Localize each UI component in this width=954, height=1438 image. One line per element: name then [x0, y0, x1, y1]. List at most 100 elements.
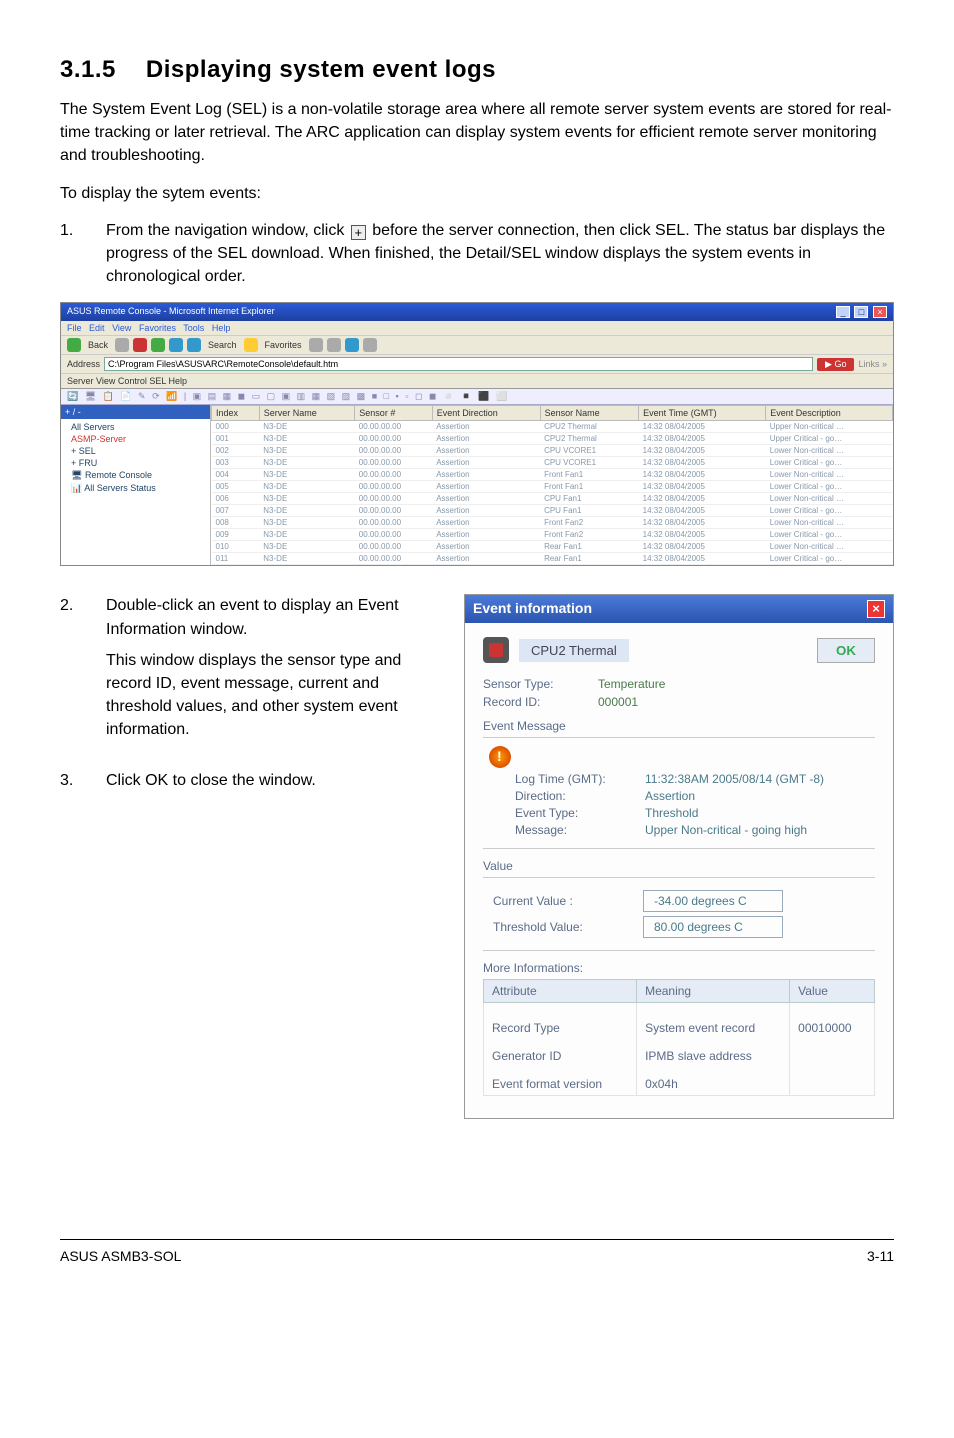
table-row[interactable]: 004N3-DE00.00.00.00AssertionFront Fan114…: [212, 469, 893, 481]
print-icon[interactable]: [345, 338, 359, 352]
address-bar: Address ▶ Go Links »: [61, 355, 893, 374]
col-index[interactable]: Index: [212, 406, 260, 421]
table-row[interactable]: 008N3-DE00.00.00.00AssertionFront Fan214…: [212, 517, 893, 529]
menu-bar: File Edit View Favorites Tools Help: [61, 321, 893, 336]
table-row[interactable]: 006N3-DE00.00.00.00AssertionCPU Fan114:3…: [212, 493, 893, 505]
table-row[interactable]: 007N3-DE00.00.00.00AssertionCPU Fan114:3…: [212, 505, 893, 517]
col-server[interactable]: Server Name: [259, 406, 355, 421]
direction-value: Assertion: [645, 789, 695, 803]
tree-sel[interactable]: SEL: [79, 446, 96, 456]
col-meaning: Meaning: [637, 980, 790, 1003]
warning-icon: [489, 746, 511, 768]
record-id-value: 000001: [598, 695, 638, 709]
sensor-name-header: CPU2 Thermal: [519, 639, 629, 662]
links-label: Links »: [858, 359, 887, 369]
table-row[interactable]: 003N3-DE00.00.00.00AssertionCPU VCORE114…: [212, 457, 893, 469]
col-value: Value: [790, 980, 875, 1003]
value-block: Current Value : -34.00 degrees C Thresho…: [483, 877, 875, 951]
table-row[interactable]: 010N3-DE00.00.00.00AssertionRear Fan114:…: [212, 541, 893, 553]
table-row[interactable]: 011N3-DE00.00.00.00AssertionRear Fan114:…: [212, 553, 893, 565]
section-title: Displaying system event logs: [146, 56, 496, 83]
dialog-titlebar: Event information ×: [465, 595, 893, 623]
current-value: -34.00 degrees C: [643, 890, 783, 912]
menu-edit[interactable]: Edit: [89, 323, 105, 333]
table-row: Record Type Generator ID Event format ve…: [484, 1003, 875, 1096]
message-value: Upper Non-critical - going high: [645, 823, 807, 837]
ok-button[interactable]: OK: [817, 638, 875, 663]
edit-icon[interactable]: [363, 338, 377, 352]
app-toolbar[interactable]: 🔄 🖥 📋 📄 ✎ ⟳ 📶 | ▣ ▤ ▦ ◼ ▭ ▢ ▣ ▥ ▦ ▧ ▨ ▩ …: [61, 389, 893, 405]
menu-file[interactable]: File: [67, 323, 82, 333]
event-message-block: Log Time (GMT):11:32:38AM 2005/08/14 (GM…: [483, 737, 875, 849]
section-heading: 3.1.5 Displaying system event logs: [60, 56, 894, 84]
app-menubar[interactable]: Server View Control SEL Help: [61, 374, 893, 389]
stop-icon[interactable]: [133, 338, 147, 352]
address-input[interactable]: [104, 357, 813, 371]
col-time[interactable]: Event Time (GMT): [639, 406, 766, 421]
col-sensor-name[interactable]: Sensor Name: [540, 406, 639, 421]
menu-tools[interactable]: Tools: [183, 323, 204, 333]
window-titlebar: ASUS Remote Console - Microsoft Internet…: [61, 303, 893, 321]
menu-help[interactable]: Help: [212, 323, 231, 333]
refresh-icon[interactable]: [151, 338, 165, 352]
mail-icon[interactable]: [327, 338, 341, 352]
tree-all-servers[interactable]: All Servers: [71, 421, 206, 433]
lead-paragraph: To display the sytem events:: [60, 182, 894, 205]
col-direction[interactable]: Event Direction: [432, 406, 540, 421]
close-icon[interactable]: ×: [873, 306, 887, 318]
table-row[interactable]: 000N3-DE00.00.00.00AssertionCPU2 Thermal…: [212, 421, 893, 433]
go-button[interactable]: ▶ Go: [817, 358, 854, 371]
log-time-value: 11:32:38AM 2005/08/14 (GMT -8): [645, 772, 824, 786]
more-info-table: Attribute Meaning Value Record Type Gene…: [483, 979, 875, 1096]
menu-favorites[interactable]: Favorites: [139, 323, 176, 333]
col-description[interactable]: Event Description: [766, 406, 893, 421]
plus-icon: +: [351, 225, 366, 240]
col-sensor-num[interactable]: Sensor #: [355, 406, 432, 421]
tree-remote-console[interactable]: 🖥 Remote Console: [71, 469, 206, 482]
favorites-icon[interactable]: [244, 338, 258, 352]
value-heading: Value: [483, 859, 875, 873]
sensor-type-label: Sensor Type:: [483, 677, 598, 691]
col-attribute: Attribute: [484, 980, 637, 1003]
table-row[interactable]: 002N3-DE00.00.00.00AssertionCPU VCORE114…: [212, 445, 893, 457]
browser-toolbar: Back Search Favorites: [61, 336, 893, 355]
dialog-title: Event information: [473, 600, 592, 618]
step-3: 3. Click OK to close the window.: [60, 769, 434, 792]
favorites-button[interactable]: Favorites: [262, 339, 305, 351]
event-message-heading: Event Message: [483, 719, 875, 733]
home-icon[interactable]: [169, 338, 183, 352]
search-icon[interactable]: [187, 338, 201, 352]
sel-table: Index Server Name Sensor # Event Directi…: [211, 405, 893, 565]
tree-status[interactable]: 📊 All Servers Status: [71, 482, 206, 495]
forward-icon[interactable]: [115, 338, 129, 352]
sensor-type-value: Temperature: [598, 677, 665, 691]
back-icon[interactable]: [67, 338, 81, 352]
table-row[interactable]: 005N3-DE00.00.00.00AssertionFront Fan114…: [212, 481, 893, 493]
intro-paragraph: The System Event Log (SEL) is a non-vola…: [60, 98, 894, 168]
window-title: ASUS Remote Console - Microsoft Internet…: [67, 306, 275, 318]
record-id-label: Record ID:: [483, 695, 598, 709]
threshold-value: 80.00 degrees C: [643, 916, 783, 938]
footer-right: 3-11: [867, 1248, 894, 1264]
more-info-heading: More Informations:: [483, 961, 875, 975]
address-label: Address: [67, 359, 100, 369]
maximize-icon[interactable]: □: [854, 306, 868, 318]
step-1: 1. From the navigation window, click + b…: [60, 219, 894, 289]
section-number: 3.1.5: [60, 56, 116, 83]
history-icon[interactable]: [309, 338, 323, 352]
step-2: 2. Double-click an event to display an E…: [60, 594, 434, 755]
close-icon[interactable]: ×: [867, 600, 885, 618]
minimize-icon[interactable]: _: [836, 306, 850, 318]
table-row[interactable]: 009N3-DE00.00.00.00AssertionFront Fan214…: [212, 529, 893, 541]
cpu-chip-icon: [483, 637, 509, 663]
table-row[interactable]: 001N3-DE00.00.00.00AssertionCPU2 Thermal…: [212, 433, 893, 445]
event-info-dialog: Event information × CPU2 Thermal OK Sens…: [464, 594, 894, 1119]
sel-window: ASUS Remote Console - Microsoft Internet…: [60, 302, 894, 566]
tree-fru[interactable]: + FRU: [71, 457, 206, 469]
back-button[interactable]: Back: [85, 339, 111, 351]
menu-view[interactable]: View: [112, 323, 131, 333]
footer-left: ASUS ASMB3-SOL: [60, 1248, 181, 1264]
search-button[interactable]: Search: [205, 339, 240, 351]
tree-server[interactable]: ASMP-Server: [71, 433, 206, 445]
navigation-tree: + / - All Servers ASMP-Server + SEL + FR…: [61, 405, 211, 565]
